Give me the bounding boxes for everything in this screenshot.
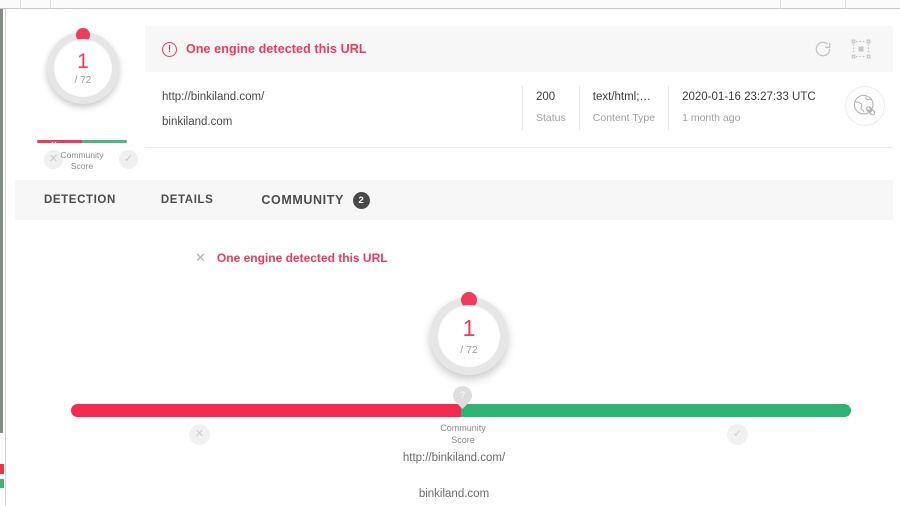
url-metadata: 200 Status text/html;… Content Type 2020… — [522, 85, 885, 134]
tab-community[interactable]: COMMUNITY 2 — [261, 191, 370, 209]
gauge-ring: 1 / 72 — [47, 28, 119, 104]
detection-tab-content: ✕ One engine detected this URL 1 / 72 ? … — [15, 220, 893, 506]
detection-alert-bar: ! One engine detected this URL — [145, 26, 893, 72]
community-score-label-large-line2: Score — [451, 435, 475, 445]
gauge-total-engines: / 72 — [74, 74, 92, 86]
card-actions — [813, 39, 871, 59]
community-score-track[interactable]: ✕ — [37, 140, 127, 143]
track-positive-segment-large — [461, 404, 851, 417]
window-left-gutter[interactable] — [0, 9, 6, 506]
tab-detection[interactable]: DETECTION — [44, 194, 116, 206]
track-negative-segment-large — [71, 404, 461, 417]
community-score-marker[interactable]: ✕ — [41, 140, 67, 143]
gauge-detection-count-large: 1 — [462, 314, 476, 341]
exclamation-circle-icon: ! — [162, 41, 177, 57]
header-community-score-slider[interactable]: ✕ ✕ ✓ Community Score — [23, 128, 138, 172]
community-upvote-icon-large[interactable]: ✓ — [727, 424, 748, 445]
community-score-label: Community Score — [53, 150, 111, 172]
community-score-slider-large[interactable]: ? ✕ ✓ Community Score — [56, 382, 852, 446]
meta-content-type: text/html;… Content Type — [578, 85, 668, 130]
tab-community-label: COMMUNITY — [261, 193, 344, 207]
meta-last-analysis-label: 1 month ago — [682, 112, 741, 124]
chrome-divider — [845, 0, 846, 9]
meta-last-analysis: 2020-01-16 23:27:33 UTC 1 month ago — [668, 85, 829, 130]
gauge-inner: 1 / 72 — [54, 39, 112, 97]
tab-detection-label: DETECTION — [44, 194, 116, 206]
scrollbar-marker-red — [0, 464, 4, 474]
marker-glyph-large: ? — [459, 390, 465, 400]
virustotal-url-report-page: 1 / 72 ✕ ✕ ✓ Community Score ! One engin… — [0, 0, 900, 506]
chrome-divider — [20, 0, 21, 9]
browser-chrome-strip — [0, 0, 900, 9]
gauge-detection-count: 1 — [77, 49, 89, 73]
detection-status-line: ✕ One engine detected this URL — [195, 250, 388, 266]
chrome-divider — [50, 0, 51, 9]
tab-details[interactable]: DETAILS — [161, 194, 214, 206]
meta-content-type-label: Content Type — [592, 112, 656, 124]
community-score-label-line2: Score — [70, 161, 94, 171]
community-downvote-icon-large[interactable]: ✕ — [189, 424, 210, 445]
meta-last-analysis-value: 2020-01-16 23:27:33 UTC — [682, 91, 816, 103]
detection-url-domain: binkiland.com — [418, 488, 490, 500]
chrome-divider — [780, 0, 781, 9]
gauge-total-engines-large: / 72 — [460, 343, 478, 356]
detection-url-full: http://binkiland.com/ — [402, 452, 506, 464]
scrollbar-thumb[interactable] — [0, 9, 3, 433]
report-tabbar: DETECTION DETAILS COMMUNITY 2 — [15, 180, 893, 220]
url-full: http://binkiland.com/ — [162, 91, 265, 103]
close-icon: ✕ — [195, 250, 206, 265]
detection-gauge: 1 / 72 — [33, 20, 133, 120]
track-positive-segment — [82, 140, 127, 143]
community-score-label-line1: Community — [60, 150, 104, 160]
scrollbar-marker-green — [0, 479, 4, 488]
meta-status-label: Status — [536, 112, 566, 124]
url-info-row: http://binkiland.com/ binkiland.com 200 … — [145, 72, 893, 148]
meta-status: 200 Status — [522, 85, 579, 130]
community-upvote-icon[interactable]: ✓ — [119, 150, 138, 169]
reload-icon[interactable] — [813, 39, 833, 59]
marker-glyph: ✕ — [45, 140, 63, 143]
gauge-inner-large: 1 / 72 — [438, 305, 500, 367]
url-domain: binkiland.com — [162, 116, 233, 128]
detection-status-message: One engine detected this URL — [216, 251, 388, 265]
url-summary-card: 1 / 72 ✕ ✕ ✓ Community Score ! One engin… — [15, 12, 893, 172]
detection-alert-message: One engine detected this URL — [186, 42, 367, 56]
detection-gauge-large: 1 / 72 — [419, 285, 519, 385]
tab-community-badge: 2 — [352, 191, 370, 209]
community-score-label-large: Community Score — [431, 422, 495, 446]
community-score-marker-large[interactable]: ? — [449, 382, 476, 409]
globe-link-icon — [844, 85, 885, 126]
gauge-ring-large: 1 / 72 — [430, 292, 508, 375]
community-score-label-large-line1: Community — [440, 423, 486, 433]
url-block: http://binkiland.com/ binkiland.com — [162, 91, 522, 128]
meta-content-type-value: text/html;… — [592, 91, 651, 103]
meta-status-value: 200 — [536, 91, 556, 103]
focus-icon[interactable] — [851, 39, 871, 59]
tab-details-label: DETAILS — [160, 194, 214, 206]
detection-url-footer: http://binkiland.com/ binkiland.com — [15, 452, 893, 500]
